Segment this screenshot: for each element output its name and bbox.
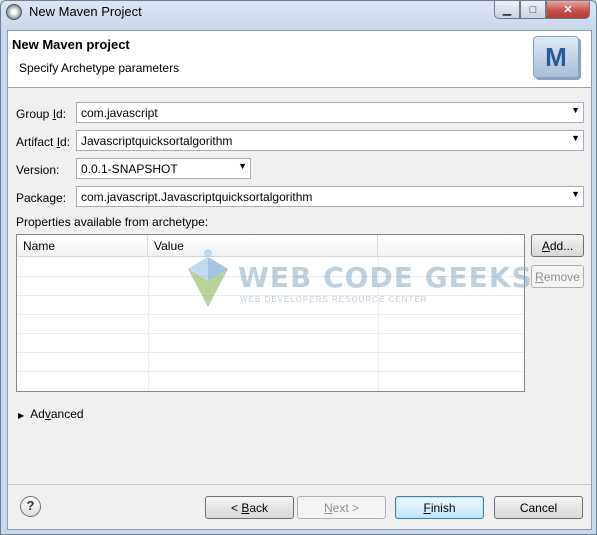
artifact-id-value: Javascriptquicksortalgorithm <box>81 134 233 148</box>
row-divider <box>17 371 524 372</box>
row-divider <box>17 333 524 334</box>
group-id-combo[interactable]: com.javascript ▼ <box>76 102 584 123</box>
dialog-content: New Maven project Specify Archetype para… <box>7 30 592 530</box>
row-divider <box>17 314 524 315</box>
artifact-id-combo[interactable]: Javascriptquicksortalgorithm ▼ <box>76 130 584 151</box>
banner-subtitle: Specify Archetype parameters <box>19 61 180 75</box>
wcg-logo-icon <box>188 249 228 307</box>
package-label: Package: <box>16 191 67 205</box>
advanced-expander[interactable]: ▶ Advanced <box>18 407 84 421</box>
properties-label: Properties available from archetype: <box>16 215 209 229</box>
footer-divider <box>8 484 591 485</box>
finish-button[interactable]: Finish <box>395 496 484 519</box>
package-value: com.javascript.Javascriptquicksortalgori… <box>81 190 313 204</box>
column-header-name[interactable]: Name <box>17 235 148 257</box>
add-property-button[interactable]: Add... <box>531 234 584 257</box>
help-icon[interactable]: ? <box>20 496 41 517</box>
group-id-label: Group Id: <box>16 107 67 121</box>
dialog-window: New Maven Project ▁ □ ✕ New Maven projec… <box>0 0 597 535</box>
maven-logo-icon: M <box>533 36 579 78</box>
window-controls: ▁ □ ✕ <box>494 1 590 19</box>
title-bar[interactable]: New Maven Project ▁ □ ✕ <box>1 1 596 23</box>
chevron-down-icon[interactable]: ▼ <box>571 189 580 199</box>
window-title: New Maven Project <box>29 4 142 19</box>
remove-property-button[interactable]: Remove <box>531 265 584 288</box>
watermark-title: WEB CODE GEEKS <box>238 261 533 294</box>
watermark-logo: WEB CODE GEEKS WEB DEVELOPERS RESOURCE C… <box>180 241 532 311</box>
next-button[interactable]: Next > <box>297 496 386 519</box>
expand-arrow-icon[interactable]: ▶ <box>18 411 24 420</box>
version-combo[interactable]: 0.0.1-SNAPSHOT ▼ <box>76 158 251 179</box>
close-button[interactable]: ✕ <box>546 1 590 19</box>
back-button[interactable]: < Back <box>205 496 294 519</box>
banner-title: New Maven project <box>12 37 130 52</box>
column-divider <box>148 257 149 391</box>
cancel-button[interactable]: Cancel <box>494 496 583 519</box>
artifact-id-label: Artifact Id: <box>16 135 71 149</box>
watermark-subtitle: WEB DEVELOPERS RESOURCE CENTER <box>240 295 428 304</box>
row-divider <box>17 352 524 353</box>
minimize-button[interactable]: ▁ <box>494 1 520 19</box>
eclipse-icon <box>6 4 22 20</box>
chevron-down-icon[interactable]: ▼ <box>238 161 247 171</box>
chevron-down-icon[interactable]: ▼ <box>571 105 580 115</box>
group-id-value: com.javascript <box>81 106 158 120</box>
chevron-down-icon[interactable]: ▼ <box>571 133 580 143</box>
wizard-banner: New Maven project Specify Archetype para… <box>8 31 591 88</box>
version-value: 0.0.1-SNAPSHOT <box>81 162 178 176</box>
package-combo[interactable]: com.javascript.Javascriptquicksortalgori… <box>76 186 584 207</box>
maximize-button[interactable]: □ <box>520 1 546 19</box>
version-label: Version: <box>16 163 60 177</box>
